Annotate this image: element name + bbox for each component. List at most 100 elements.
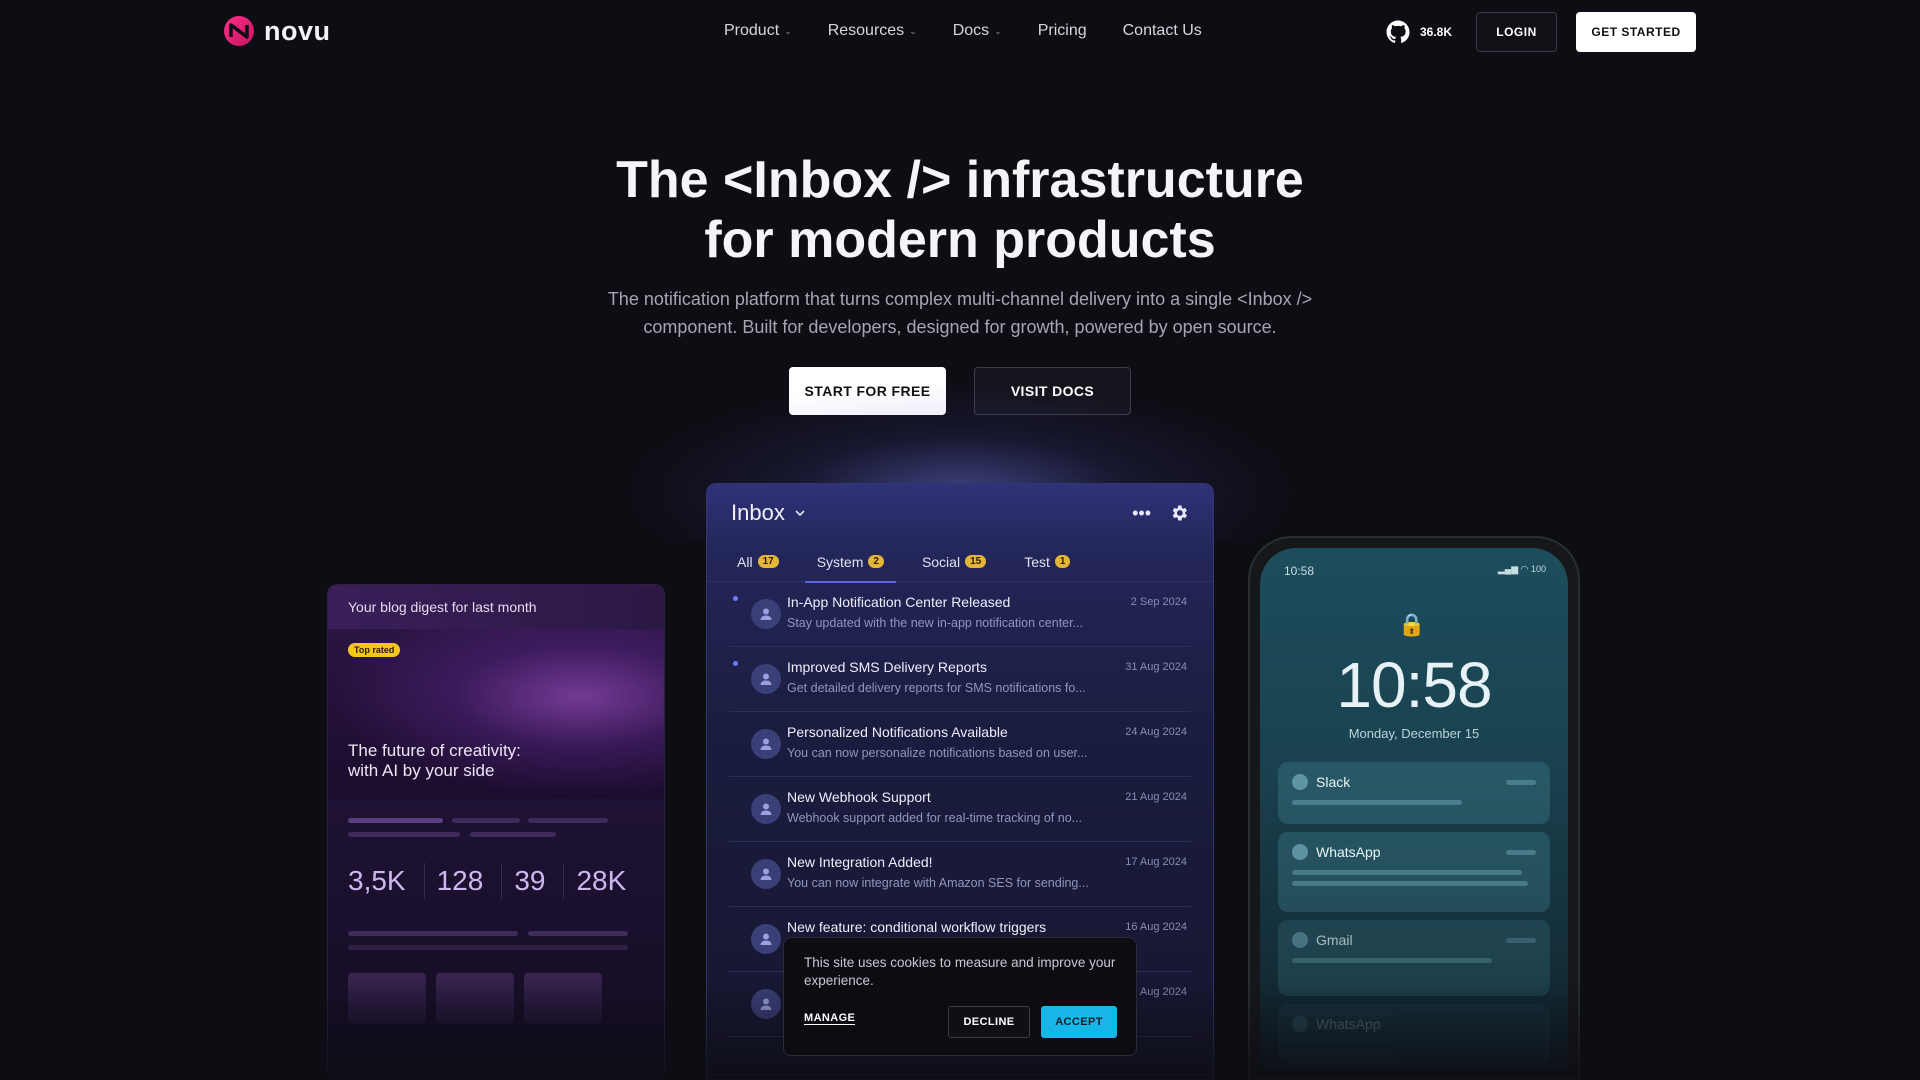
avatar: [751, 924, 781, 954]
hero-title-line2: for modern products: [704, 211, 1216, 269]
tab-test[interactable]: Test 1: [1020, 542, 1074, 582]
notification-date: 31 Aug 2024: [1125, 661, 1187, 673]
novu-logo-icon: [224, 16, 254, 46]
phone-mockup: 10:58 ▂▄▆ ◠ 100 🔒 10:58 Monday, December…: [1248, 536, 1580, 1080]
nav-docs[interactable]: Docs ⌄: [953, 22, 1002, 40]
nav-pricing-label: Pricing: [1037, 22, 1087, 39]
manage-cookies-link[interactable]: MANAGE: [804, 1012, 856, 1025]
whatsapp-icon: [1292, 1016, 1308, 1032]
thumbnail-image: [348, 973, 426, 1023]
chevron-down-icon: ⌄: [994, 25, 1002, 36]
nav-resources-label: Resources: [827, 22, 905, 39]
skeleton-line: [1292, 870, 1522, 875]
notification-snippet: Get detailed delivery reports for SMS no…: [787, 681, 1086, 695]
github-stars-link[interactable]: 36.8K: [1386, 20, 1452, 44]
get-started-button[interactable]: GET STARTED: [1576, 12, 1696, 52]
thumbnail-image: [524, 973, 602, 1023]
notification-item[interactable]: Improved SMS Delivery Reports Get detail…: [729, 647, 1191, 712]
phone-notification-whatsapp-2[interactable]: WhatsApp: [1278, 1004, 1550, 1064]
skeleton-line: [1506, 780, 1536, 785]
notification-snippet: You can now personalize notifications ba…: [787, 746, 1088, 760]
chevron-down-icon: [795, 510, 805, 517]
status-bar-time: 10:58: [1284, 564, 1315, 578]
notification-snippet: Webhook support added for real-time trac…: [787, 811, 1083, 825]
user-icon: [760, 673, 772, 685]
stat-value: 3,5K: [348, 863, 425, 899]
user-icon: [760, 608, 772, 620]
notification-date: 2 Sep 2024: [1130, 596, 1187, 608]
cookie-banner: This site uses cookies to measure and im…: [783, 937, 1137, 1056]
nav-pricing[interactable]: Pricing: [1038, 22, 1087, 40]
decline-button[interactable]: DECLINE: [948, 1006, 1030, 1038]
more-options-icon[interactable]: •••: [1132, 503, 1151, 524]
status-bar-icons: ▂▄▆ ◠ 100: [1497, 564, 1546, 574]
tab-all[interactable]: All 17: [733, 542, 783, 582]
phone-notification-gmail[interactable]: Gmail: [1278, 920, 1550, 996]
notification-date: 16 Aug 2024: [1125, 921, 1187, 933]
tab-social[interactable]: Social 15: [918, 542, 990, 582]
stat-value: 39: [514, 863, 565, 899]
notification-item[interactable]: New Webhook Support Webhook support adde…: [729, 777, 1191, 842]
card-app-name: Gmail: [1316, 932, 1353, 948]
hero-subtitle-line1: The notification platform that turns com…: [607, 289, 1313, 309]
phone-lock-screen: 10:58 ▂▄▆ ◠ 100 🔒 10:58 Monday, December…: [1260, 548, 1568, 1068]
notification-date: 21 Aug 2024: [1125, 791, 1187, 803]
user-icon: [760, 803, 772, 815]
avatar: [751, 989, 781, 1019]
inbox-title-dropdown[interactable]: Inbox: [731, 500, 807, 526]
avatar: [751, 794, 781, 824]
hero-title-line1: The <Inbox /> infrastructure: [616, 151, 1304, 209]
skeleton-line: [1292, 800, 1462, 805]
card-app-name: WhatsApp: [1316, 844, 1381, 860]
nav-resources[interactable]: Resources ⌄: [828, 22, 917, 40]
stat-value: 28K: [576, 865, 627, 896]
inbox-header: Inbox •••: [707, 484, 1213, 542]
notification-item[interactable]: New Integration Added! You can now integ…: [729, 842, 1191, 907]
card-app-name: Slack: [1316, 774, 1351, 790]
unread-dot: [733, 661, 738, 666]
skeleton-line: [528, 818, 608, 823]
notification-date: 17 Aug 2024: [1125, 856, 1187, 868]
notification-item[interactable]: In-App Notification Center Released Stay…: [729, 582, 1191, 647]
whatsapp-icon: [1292, 844, 1308, 860]
nav-links: Product ⌄ Resources ⌄ Docs ⌄ Pricing Contac…: [724, 22, 1202, 40]
skeleton-line: [470, 832, 556, 837]
blog-digest-card: Your blog digest for last month Top rate…: [327, 584, 665, 1080]
slack-icon: [1292, 774, 1308, 790]
gear-icon[interactable]: [1169, 503, 1189, 523]
avatar: [751, 599, 781, 629]
nav-contact-label: Contact Us: [1122, 22, 1202, 39]
phone-notification-slack[interactable]: Slack: [1278, 762, 1550, 824]
avatar: [751, 859, 781, 889]
inbox-tabs: All 17 System 2 Social 15 Test 1: [707, 542, 1213, 583]
hero-subtitle-line2: component. Built for developers, designe…: [643, 317, 1277, 337]
stat-value: 128: [437, 863, 503, 899]
skeleton-line: [1506, 938, 1536, 943]
nav-contact[interactable]: Contact Us: [1123, 22, 1202, 40]
novu-logo[interactable]: novu: [222, 14, 331, 48]
blog-thumbnails: [348, 973, 602, 1023]
battery-level: 100: [1530, 564, 1546, 574]
brand-name: novu: [264, 15, 331, 46]
skeleton-line: [348, 818, 443, 823]
inbox-actions: •••: [1132, 503, 1189, 524]
skeleton-line: [528, 931, 628, 936]
accept-button[interactable]: ACCEPT: [1041, 1006, 1117, 1038]
github-icon: [1386, 20, 1410, 43]
unread-dot: [733, 596, 738, 601]
user-icon: [760, 868, 772, 880]
user-icon: [760, 933, 772, 945]
login-button[interactable]: LOGIN: [1476, 12, 1557, 52]
nav-product[interactable]: Product ⌄: [724, 22, 792, 40]
chevron-down-icon: ⌄: [784, 25, 792, 36]
tab-label: System: [816, 553, 864, 570]
notification-date: Aug 2024: [1139, 986, 1187, 998]
lock-screen-clock: 10:58: [1336, 649, 1492, 721]
count-badge: 17: [757, 555, 779, 568]
top-nav: novu Product ⌄ Resources ⌄ Docs ⌄ Pricing C…: [0, 0, 1920, 64]
notification-item[interactable]: Personalized Notifications Available You…: [729, 712, 1191, 777]
thumbnail-image: [436, 973, 514, 1023]
tab-system[interactable]: System 2: [804, 542, 897, 583]
phone-notification-whatsapp[interactable]: WhatsApp: [1278, 832, 1550, 912]
blog-hero-image: Top rated The future of creativity: with…: [328, 629, 664, 799]
